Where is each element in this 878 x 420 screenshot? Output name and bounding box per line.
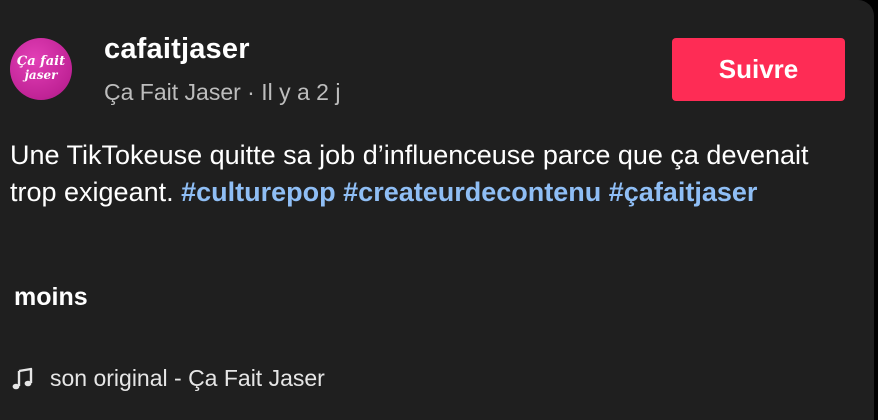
post-card: Ça fait jaser cafaitjaser Ça Fait Jaser … [0,0,874,420]
username-link[interactable]: cafaitjaser [104,33,250,66]
author-meta: Ça Fait Jaser · Il y a 2 j [104,79,340,106]
sound-link[interactable]: son original - Ça Fait Jaser [10,365,325,392]
sound-label: son original - Ça Fait Jaser [50,365,325,391]
hashtag-link[interactable]: #createurdecontenu [343,177,601,207]
display-name[interactable]: Ça Fait Jaser [104,79,241,105]
brand-logo-text-line1: Ça fait [16,54,66,69]
avatar[interactable]: Ça fait jaser [10,38,72,100]
post-timestamp: Il y a 2 j [261,79,341,105]
show-less-button[interactable]: moins [14,283,88,312]
follow-button[interactable]: Suivre [672,38,845,101]
hashtag-link[interactable]: #çafaitjaser [609,177,758,207]
meta-separator: · [240,79,262,105]
hashtag-link[interactable]: #culturepop [181,177,336,207]
music-note-icon [10,366,36,392]
brand-logo-text-line2: jaser [24,68,58,82]
post-caption: Une TikTokeuse quitte sa job d’influence… [10,137,830,211]
